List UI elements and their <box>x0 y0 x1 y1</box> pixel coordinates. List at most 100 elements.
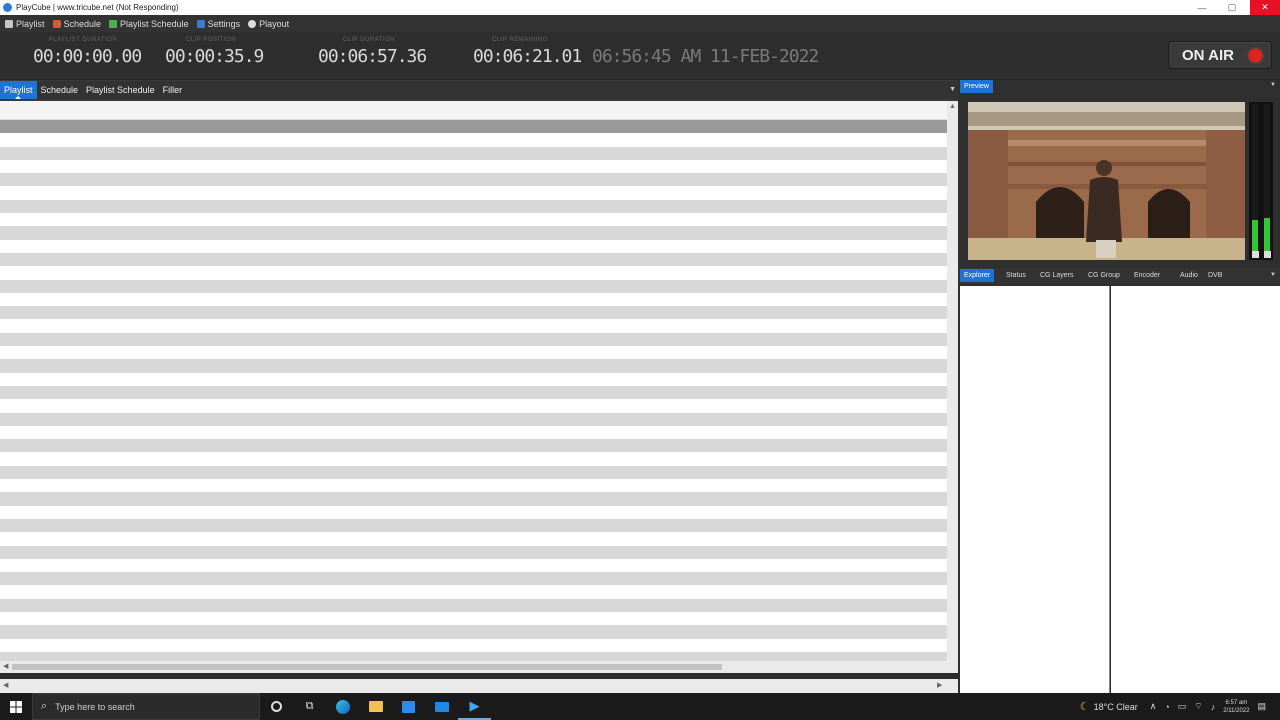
table-row[interactable] <box>0 120 947 134</box>
tab-playlist[interactable]: Playlist <box>0 81 37 99</box>
table-row[interactable] <box>0 558 947 573</box>
table-row[interactable] <box>0 159 947 174</box>
settings-icon <box>196 19 205 28</box>
table-row[interactable] <box>0 346 947 360</box>
minimize-button[interactable]: — <box>1187 0 1217 15</box>
menu-settings[interactable]: Settings <box>196 19 240 29</box>
table-row[interactable] <box>0 292 947 307</box>
tab-label: Preview <box>964 83 989 90</box>
table-row[interactable] <box>0 319 947 333</box>
table-row[interactable] <box>0 545 947 559</box>
table-row[interactable] <box>0 625 947 639</box>
table-row[interactable] <box>0 279 947 293</box>
menu-playlist[interactable]: Playlist <box>5 19 45 29</box>
playlist-grid[interactable] <box>0 101 947 661</box>
volume-icon[interactable]: ♪ <box>1211 702 1216 712</box>
table-row[interactable] <box>0 479 947 493</box>
table-row[interactable] <box>0 133 947 147</box>
menu-playout[interactable]: Playout <box>248 19 289 29</box>
table-row[interactable] <box>0 186 947 200</box>
file-explorer-icon[interactable] <box>359 693 392 720</box>
playlist-icon <box>5 19 13 28</box>
edge-browser-icon[interactable] <box>326 693 359 720</box>
scroll-up-icon[interactable]: ▲ <box>949 103 956 110</box>
table-row[interactable] <box>0 598 947 612</box>
table-row[interactable] <box>0 425 947 440</box>
tab-explorer[interactable]: Explorer <box>960 269 995 282</box>
table-row[interactable] <box>0 452 947 466</box>
table-row[interactable] <box>0 585 947 599</box>
tab-playlist-schedule[interactable]: Playlist Schedule <box>82 81 159 99</box>
tab-filler[interactable]: Filler <box>159 81 187 99</box>
table-row[interactable] <box>0 332 947 347</box>
start-button[interactable] <box>0 693 32 720</box>
mail-icon[interactable] <box>425 693 458 720</box>
table-row[interactable] <box>0 412 947 426</box>
explorer-file-list[interactable] <box>1111 286 1280 693</box>
table-row[interactable] <box>0 518 947 533</box>
weather-text[interactable]: 18°C Clear <box>1094 702 1138 712</box>
tab-status[interactable]: Status <box>1002 269 1030 282</box>
close-button[interactable]: ✕ <box>1250 0 1280 15</box>
table-row[interactable] <box>0 266 947 280</box>
table-row[interactable] <box>0 226 947 240</box>
table-row[interactable] <box>0 359 947 373</box>
task-view-icon[interactable]: ⧉ <box>293 693 326 720</box>
taskbar-search-box[interactable]: ⌕ Type here to search <box>32 693 260 720</box>
table-row[interactable] <box>0 372 947 386</box>
scrollbar-thumb[interactable] <box>12 664 722 670</box>
cortana-icon[interactable] <box>260 693 293 720</box>
explorer-folder-tree[interactable] <box>960 286 1110 693</box>
battery-icon[interactable]: ▭ <box>1178 701 1187 712</box>
tab-cg-group[interactable]: CG Group <box>1084 269 1124 282</box>
table-row[interactable] <box>0 173 947 187</box>
tab-dvb[interactable]: DVB <box>1204 269 1226 282</box>
scroll-right-icon[interactable]: ▶ <box>937 681 942 689</box>
table-row[interactable] <box>0 399 947 413</box>
scroll-left-icon[interactable]: ◀ <box>3 681 8 689</box>
system-tray: ☾ 18°C Clear ∧ ◔ ▭ ⌔ ♪ 6:57 am 2/11/2022… <box>1080 693 1280 720</box>
tab-cg-layers[interactable]: CG Layers <box>1036 269 1077 282</box>
table-row[interactable] <box>0 465 947 480</box>
table-row[interactable] <box>0 651 947 661</box>
table-row[interactable] <box>0 505 947 519</box>
secondary-horizontal-scrollbar[interactable]: ◀ ▶ <box>0 679 958 693</box>
playcube-taskbar-icon[interactable]: ▶ <box>458 693 491 720</box>
table-row[interactable] <box>0 213 947 227</box>
table-row[interactable] <box>0 532 947 546</box>
table-row[interactable] <box>0 611 947 626</box>
store-icon[interactable] <box>392 693 425 720</box>
table-row[interactable] <box>0 572 947 586</box>
chevron-up-icon[interactable]: ∧ <box>1150 701 1157 712</box>
maximize-button[interactable]: ▢ <box>1217 0 1247 15</box>
preview-dropdown-icon[interactable]: ▼ <box>1270 82 1276 88</box>
network-icon[interactable]: ◔ <box>1164 702 1169 712</box>
table-row[interactable] <box>0 306 947 320</box>
playlist-horizontal-scrollbar[interactable]: ◀ <box>0 661 947 673</box>
notifications-icon[interactable]: ▤ <box>1257 701 1266 712</box>
right-tab-dropdown-icon[interactable]: ▼ <box>1270 272 1276 278</box>
meter-checkbox-right[interactable] <box>1264 251 1271 258</box>
onair-button[interactable]: ON AIR <box>1168 41 1272 69</box>
taskbar-clock[interactable]: 6:57 am 2/11/2022 <box>1223 699 1249 715</box>
menu-playlist-schedule[interactable]: Playlist Schedule <box>109 19 189 29</box>
table-row[interactable] <box>0 439 947 453</box>
table-row[interactable] <box>0 492 947 506</box>
tab-schedule[interactable]: Schedule <box>37 81 83 99</box>
table-row[interactable] <box>0 146 947 160</box>
scroll-left-icon[interactable]: ◀ <box>3 662 8 670</box>
table-row[interactable] <box>0 638 947 652</box>
wifi-icon[interactable]: ⌔ <box>1194 701 1202 712</box>
tab-preview[interactable]: Preview <box>960 80 993 93</box>
menu-label: Schedule <box>63 18 102 29</box>
menu-schedule[interactable]: Schedule <box>52 18 102 29</box>
table-row[interactable] <box>0 199 947 214</box>
meter-checkbox-left[interactable] <box>1252 251 1259 258</box>
tab-dropdown-icon[interactable]: ▼ <box>949 86 956 93</box>
playlist-vertical-scrollbar[interactable]: ▲ ▼ <box>947 101 958 681</box>
table-row[interactable] <box>0 252 947 267</box>
tab-encoder[interactable]: Encoder <box>1130 269 1164 282</box>
table-row[interactable] <box>0 385 947 400</box>
table-row[interactable] <box>0 239 947 253</box>
tab-audio[interactable]: Audio <box>1176 269 1202 282</box>
